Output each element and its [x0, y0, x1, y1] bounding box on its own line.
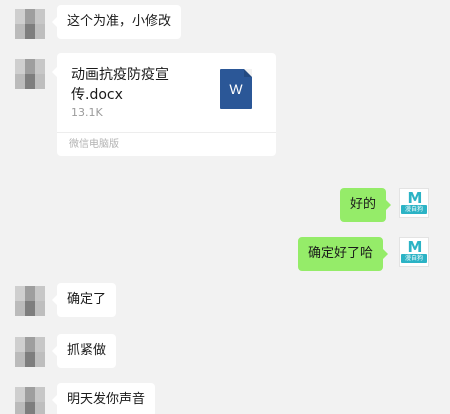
contact-avatar[interactable] — [15, 286, 45, 316]
contact-avatar[interactable] — [15, 9, 45, 39]
message-bubble-incoming[interactable]: 确定了 — [51, 283, 117, 317]
message-bubble-outgoing[interactable]: 确定好了哈 — [298, 237, 389, 271]
message-bubble-outgoing[interactable]: 好的 — [340, 188, 392, 222]
word-document-icon: W — [220, 69, 252, 109]
self-avatar[interactable]: M 漫自狗 — [399, 237, 429, 267]
chat-window: 这个为准，小修改 动画抗疫防疫宣传.docx 13.1K W 微信电脑版 好的 … — [0, 0, 450, 414]
brand-logo-letter: M — [407, 189, 423, 207]
word-icon-letter: W — [229, 81, 243, 97]
message-bubble-incoming[interactable]: 这个为准，小修改 — [51, 5, 182, 39]
message-text: 确定好了哈 — [308, 246, 374, 261]
self-avatar[interactable]: M 漫自狗 — [399, 188, 429, 218]
message-text: 好的 — [350, 197, 377, 212]
contact-avatar[interactable] — [15, 337, 45, 367]
file-name: 动画抗疫防疫宣传.docx — [71, 67, 169, 103]
message-bubble-incoming[interactable]: 明天发你声音 — [51, 383, 156, 414]
contact-avatar[interactable] — [15, 387, 45, 414]
message-text: 明天发你声音 — [67, 392, 146, 407]
brand-logo-caption: 漫自狗 — [401, 254, 427, 263]
message-text: 这个为准，小修改 — [67, 14, 172, 29]
file-size: 13.1K — [71, 106, 103, 119]
file-source-label: 微信电脑版 — [57, 132, 276, 156]
contact-avatar[interactable] — [15, 59, 45, 89]
file-message-card[interactable]: 动画抗疫防疫宣传.docx 13.1K W 微信电脑版 — [52, 53, 276, 156]
message-text: 确定了 — [67, 292, 107, 307]
brand-logo-caption: 漫自狗 — [401, 205, 427, 214]
message-bubble-incoming[interactable]: 抓紧做 — [51, 334, 117, 368]
brand-logo-letter: M — [407, 238, 423, 256]
message-text: 抓紧做 — [67, 343, 107, 358]
